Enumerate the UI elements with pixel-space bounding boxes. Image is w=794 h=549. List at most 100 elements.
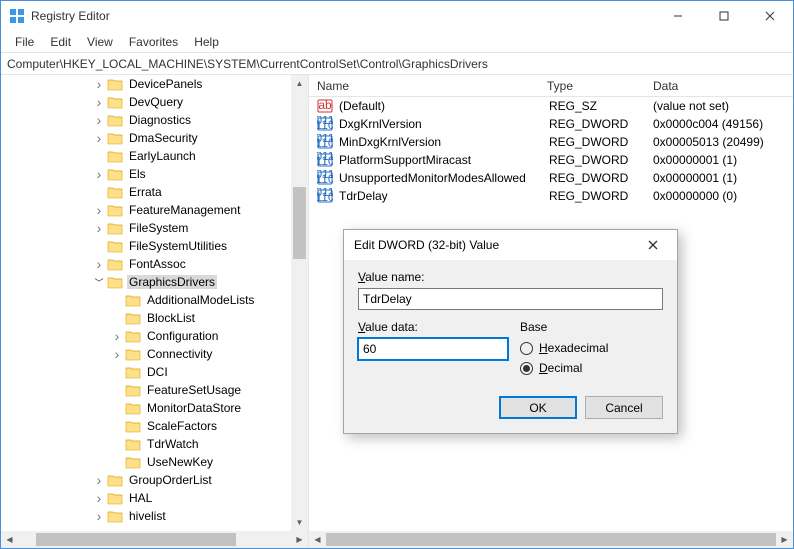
value-data-input[interactable]	[358, 338, 508, 360]
value-row[interactable]: ab(Default)REG_SZ(value not set)	[309, 97, 793, 115]
value-row[interactable]: 011110DxgKrnlVersionREG_DWORD0x0000c004 …	[309, 115, 793, 133]
cancel-button[interactable]: Cancel	[585, 396, 663, 419]
value-name: DxgKrnlVersion	[339, 117, 549, 131]
tree-item[interactable]: ›hivelist	[1, 507, 291, 525]
chevron-right-icon[interactable]: ›	[91, 472, 107, 488]
maximize-button[interactable]	[701, 1, 747, 31]
folder-icon	[125, 455, 141, 469]
tree-item-label: DCI	[145, 365, 170, 379]
value-data: 0x00000000 (0)	[653, 189, 793, 203]
chevron-right-icon[interactable]: ›	[91, 508, 107, 524]
tree-item[interactable]: ›Connectivity	[1, 345, 291, 363]
folder-icon	[125, 383, 141, 397]
value-name: TdrDelay	[339, 189, 549, 203]
value-row[interactable]: 011110MinDxgKrnlVersionREG_DWORD0x000050…	[309, 133, 793, 151]
menu-view[interactable]: View	[79, 33, 121, 51]
tree-hscroll[interactable]: ◀ ▶	[1, 531, 308, 548]
binary-value-icon: 011110	[317, 170, 333, 186]
scroll-right-icon[interactable]: ▶	[776, 531, 793, 548]
tree-item[interactable]: EarlyLaunch	[1, 147, 291, 165]
column-data[interactable]: Data	[653, 79, 793, 93]
folder-icon	[107, 167, 123, 181]
values-hscroll-thumb[interactable]	[326, 533, 776, 546]
chevron-right-icon[interactable]: ›	[91, 220, 107, 236]
tree-item[interactable]: › DevQuery	[1, 93, 291, 111]
scroll-right-icon[interactable]: ▶	[291, 531, 308, 548]
value-data: 0x00000001 (1)	[653, 171, 793, 185]
scroll-up-icon[interactable]: ▲	[291, 75, 308, 92]
tree-hscroll-thumb[interactable]	[36, 533, 236, 546]
chevron-right-icon[interactable]: ›	[91, 490, 107, 506]
value-data: 0x00000001 (1)	[653, 153, 793, 167]
chevron-right-icon[interactable]: ›	[109, 346, 125, 362]
value-type: REG_DWORD	[549, 189, 653, 203]
tree-item-label: DevQuery	[127, 95, 185, 109]
radio-hex-label: Hexadecimal	[539, 341, 608, 355]
scroll-left-icon[interactable]: ◀	[1, 531, 18, 548]
tree-item[interactable]: TdrWatch	[1, 435, 291, 453]
tree-item[interactable]: ScaleFactors	[1, 417, 291, 435]
chevron-right-icon[interactable]: ›	[91, 256, 107, 272]
folder-icon	[125, 347, 141, 361]
tree-item[interactable]: UseNewKey	[1, 453, 291, 471]
value-type: REG_DWORD	[549, 153, 653, 167]
tree-item[interactable]: ›DmaSecurity	[1, 129, 291, 147]
tree-item[interactable]: FeatureSetUsage	[1, 381, 291, 399]
tree-item[interactable]: MonitorDataStore	[1, 399, 291, 417]
chevron-down-icon[interactable]: ﹀	[91, 276, 107, 289]
tree-item[interactable]: ›FontAssoc	[1, 255, 291, 273]
tree-item[interactable]: ›Diagnostics	[1, 111, 291, 129]
tree-item[interactable]: DCI	[1, 363, 291, 381]
app-icon	[9, 8, 25, 24]
tree-item[interactable]: FileSystemUtilities	[1, 237, 291, 255]
string-value-icon: ab	[317, 98, 333, 114]
column-type[interactable]: Type	[547, 79, 653, 93]
column-name[interactable]: Name	[317, 79, 547, 93]
menu-file[interactable]: File	[7, 33, 42, 51]
chevron-right-icon[interactable]: ›	[91, 166, 107, 182]
tree-vscroll-thumb[interactable]	[293, 187, 306, 259]
address-bar[interactable]: Computer\HKEY_LOCAL_MACHINE\SYSTEM\Curre…	[1, 53, 793, 75]
tree-item[interactable]: ›FeatureManagement	[1, 201, 291, 219]
menu-edit[interactable]: Edit	[42, 33, 79, 51]
tree-item[interactable]: ›GroupOrderList	[1, 471, 291, 489]
folder-icon	[125, 311, 141, 325]
menu-favorites[interactable]: Favorites	[121, 33, 186, 51]
tree-item[interactable]: ›Configuration	[1, 327, 291, 345]
value-row[interactable]: 011110UnsupportedMonitorModesAllowedREG_…	[309, 169, 793, 187]
chevron-right-icon[interactable]: ›	[91, 94, 107, 110]
tree-vscroll[interactable]: ▲ ▼	[291, 75, 308, 531]
scroll-down-icon[interactable]: ▼	[291, 514, 308, 531]
minimize-button[interactable]	[655, 1, 701, 31]
value-row[interactable]: 011110TdrDelayREG_DWORD0x00000000 (0)	[309, 187, 793, 205]
chevron-right-icon[interactable]: ›	[91, 112, 107, 128]
tree-item[interactable]: ›Els	[1, 165, 291, 183]
radio-decimal[interactable]: Decimal	[520, 358, 663, 378]
tree-item-label: HAL	[127, 491, 154, 505]
tree-item[interactable]: › HAL	[1, 489, 291, 507]
menu-help[interactable]: Help	[186, 33, 227, 51]
chevron-right-icon[interactable]: ›	[91, 76, 107, 92]
radio-icon	[520, 362, 533, 375]
ok-button[interactable]: OK	[499, 396, 577, 419]
scroll-left-icon[interactable]: ◀	[309, 531, 326, 548]
tree-item[interactable]: BlockList	[1, 309, 291, 327]
chevron-right-icon[interactable]: ›	[109, 328, 125, 344]
value-name-input[interactable]	[358, 288, 663, 310]
radio-hexadecimal[interactable]: Hexadecimal	[520, 338, 663, 358]
dialog-close-button[interactable]	[639, 234, 667, 256]
tree-item-label: GraphicsDrivers	[127, 275, 217, 289]
value-row[interactable]: 011110PlatformSupportMiracastREG_DWORD0x…	[309, 151, 793, 169]
window-controls	[655, 1, 793, 31]
folder-icon	[107, 239, 123, 253]
tree-item[interactable]: ›FileSystem	[1, 219, 291, 237]
chevron-right-icon[interactable]: ›	[91, 202, 107, 218]
tree-item[interactable]: ﹀ GraphicsDrivers	[1, 273, 291, 291]
close-button[interactable]	[747, 1, 793, 31]
tree-item[interactable]: ›DevicePanels	[1, 75, 291, 93]
tree-item[interactable]: Errata	[1, 183, 291, 201]
chevron-right-icon[interactable]: ›	[91, 130, 107, 146]
values-hscroll[interactable]: ◀ ▶	[309, 531, 793, 548]
tree-list[interactable]: ›DevicePanels›DevQuery›Diagnostics›DmaSe…	[1, 75, 291, 531]
tree-item[interactable]: AdditionalModeLists	[1, 291, 291, 309]
